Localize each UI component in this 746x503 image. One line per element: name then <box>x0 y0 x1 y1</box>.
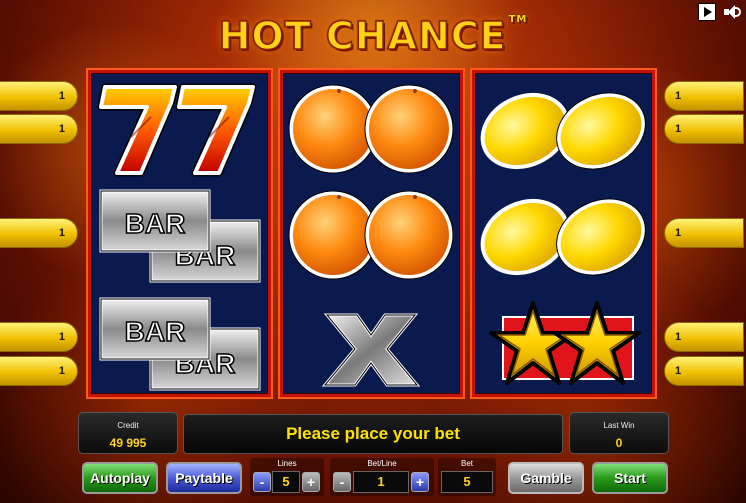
lines-plus-button[interactable]: + <box>302 472 320 492</box>
betline-minus-button[interactable]: - <box>333 472 351 492</box>
bar-symbol: BAR BAR <box>91 185 268 291</box>
line-indicator-right[interactable]: 1 <box>664 218 744 248</box>
logo-text: HOT CHANCE <box>218 13 507 59</box>
paytable-button[interactable]: Paytable <box>166 462 242 494</box>
status-message: Please place your bet <box>183 414 563 454</box>
trademark: TM <box>508 14 528 25</box>
speaker-icon[interactable] <box>722 3 742 21</box>
orange-symbol <box>283 185 460 291</box>
line-indicator-left[interactable]: 1 <box>0 322 78 352</box>
reel-3 <box>472 70 655 397</box>
line-indicator-left[interactable]: 1 <box>0 81 78 111</box>
lines-value: 5 <box>272 471 300 493</box>
autoplay-button[interactable]: Autoplay <box>82 462 158 494</box>
credit-panel: Credit 49 995 <box>78 412 178 454</box>
betline-plus-button[interactable]: + <box>411 472 429 492</box>
last-win-value: 0 <box>615 436 623 450</box>
line-indicator-left[interactable]: 1 <box>0 218 78 248</box>
reel-2 <box>280 70 463 397</box>
credit-value: 49 995 <box>109 436 147 450</box>
orange-symbol <box>283 79 460 185</box>
betline-label: Bet/Line <box>367 459 397 468</box>
x-symbol <box>283 293 460 399</box>
line-indicator-right[interactable]: 1 <box>664 356 744 386</box>
reel-1: BAR BAR BAR BAR <box>88 70 271 397</box>
lines-label: Lines <box>277 459 297 468</box>
game-screen: HOT CHANCE TM 1 1 1 1 1 1 1 1 1 1 BAR BA… <box>0 0 746 503</box>
last-win-label: Last Win <box>603 421 635 430</box>
credit-label: Credit <box>117 421 139 430</box>
line-indicator-left[interactable]: 1 <box>0 114 78 144</box>
bet-label: Bet <box>460 459 473 468</box>
betline-value: 1 <box>353 471 409 493</box>
bar-label: BAR <box>125 208 186 239</box>
line-indicator-right[interactable]: 1 <box>664 114 744 144</box>
lines-minus-button[interactable]: - <box>253 472 271 492</box>
start-button[interactable]: Start <box>592 462 668 494</box>
game-logo: HOT CHANCE TM <box>0 13 746 59</box>
bet-value: 5 <box>441 471 493 493</box>
last-win-panel: Last Win 0 <box>569 412 669 454</box>
line-indicator-right[interactable]: 1 <box>664 322 744 352</box>
line-indicator-left[interactable]: 1 <box>0 356 78 386</box>
play-icon[interactable] <box>698 3 716 21</box>
bar-label: BAR <box>125 316 186 347</box>
lemon-symbol <box>475 79 652 185</box>
seven-symbol <box>91 77 268 183</box>
lemon-symbol <box>475 185 652 291</box>
line-indicator-right[interactable]: 1 <box>664 81 744 111</box>
bar-symbol: BAR BAR <box>91 293 268 399</box>
gamble-button[interactable]: Gamble <box>508 462 584 494</box>
star-symbol <box>475 293 652 399</box>
